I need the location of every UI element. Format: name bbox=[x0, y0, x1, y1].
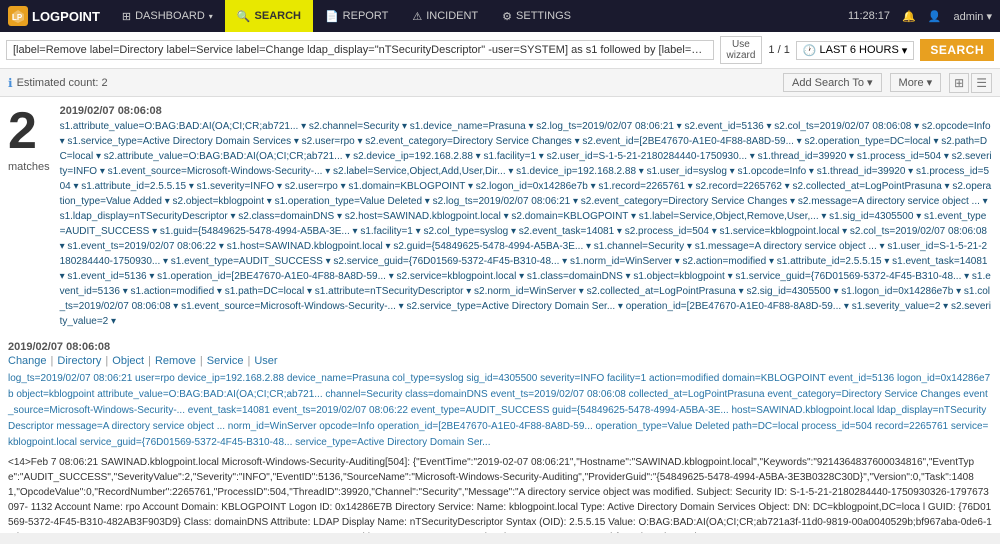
match-count: 2 bbox=[8, 105, 50, 157]
info-icon: ℹ bbox=[8, 76, 13, 90]
search-bar: Use wizard 1 / 1 🕐 LAST 6 HOURS ▾ SEARCH bbox=[0, 32, 1000, 69]
nav-incident-label: INCIDENT bbox=[426, 10, 478, 22]
event-tags: Change| Directory| Object| Remove| Servi… bbox=[8, 355, 992, 367]
toolbar-right: Add Search To ▾ More ▾ ⊞ ☰ bbox=[783, 73, 992, 93]
results-container: 2 matches 2019/02/07 08:06:08 s1.attribu… bbox=[0, 97, 1000, 533]
top-navigation: LP LOGPOINT ⊞ DASHBOARD ▾ 🔍 SEARCH 📄 REP… bbox=[0, 0, 1000, 32]
report-icon: 📄 bbox=[325, 10, 339, 23]
event-structured-text-2: log_ts=2019/02/07 08:06:21 user=rpo devi… bbox=[8, 371, 992, 451]
chevron-down-icon: ▾ bbox=[902, 44, 908, 57]
nav-settings[interactable]: ⚙ SETTINGS bbox=[490, 0, 583, 32]
nav-right: 11:28:17 🔔 👤 admin ▾ bbox=[848, 10, 992, 23]
svg-text:LP: LP bbox=[12, 13, 23, 22]
grid-view-button[interactable]: ⊞ bbox=[949, 73, 969, 93]
nav-search-label: SEARCH bbox=[255, 10, 301, 22]
time-display: 11:28:17 bbox=[848, 10, 890, 22]
event-raw-text-2: <14>Feb 7 08:06:21 SAWINAD.kblogpoint.lo… bbox=[8, 455, 992, 533]
incident-icon: ⚠ bbox=[412, 10, 422, 23]
last-hours-label: LAST 6 HOURS bbox=[820, 44, 899, 56]
tag-remove[interactable]: Remove bbox=[155, 355, 196, 367]
estimated-count-label: Estimated count: 2 bbox=[17, 77, 108, 89]
more-button[interactable]: More ▾ bbox=[890, 73, 942, 92]
tag-directory[interactable]: Directory bbox=[57, 355, 101, 367]
nav-report[interactable]: 📄 REPORT bbox=[313, 0, 400, 32]
clock-icon: 🕐 bbox=[803, 44, 817, 57]
event-timestamp-2: 2019/02/07 08:06:08 bbox=[8, 341, 992, 353]
nav-dashboard-label: DASHBOARD bbox=[135, 10, 205, 22]
estimated-count: ℹ Estimated count: 2 bbox=[8, 76, 108, 90]
tag-object[interactable]: Object bbox=[112, 355, 144, 367]
chevron-down-icon: ▾ bbox=[209, 12, 213, 21]
logo-icon: LP bbox=[8, 6, 28, 26]
event-text-1: s1.attribute_value=O:BAG:BAD:AI(OA;CI;CR… bbox=[60, 119, 992, 329]
search-input[interactable] bbox=[6, 40, 714, 60]
first-event-block: 2019/02/07 08:06:08 s1.attribute_value=O… bbox=[60, 105, 992, 329]
view-toggle: ⊞ ☰ bbox=[949, 73, 992, 93]
bell-icon: 🔔 bbox=[902, 10, 916, 23]
tag-user[interactable]: User bbox=[254, 355, 277, 367]
nav-incident[interactable]: ⚠ INCIDENT bbox=[400, 0, 490, 32]
nav-report-label: REPORT bbox=[343, 10, 389, 22]
admin-label[interactable]: admin ▾ bbox=[953, 10, 992, 23]
match-section: 2 matches 2019/02/07 08:06:08 s1.attribu… bbox=[0, 97, 1000, 337]
second-event-block: 2019/02/07 08:06:08 Change| Directory| O… bbox=[0, 337, 1000, 533]
list-view-button[interactable]: ☰ bbox=[971, 73, 992, 93]
add-search-button[interactable]: Add Search To ▾ bbox=[783, 73, 882, 92]
nav-settings-label: SETTINGS bbox=[516, 10, 571, 22]
settings-icon: ⚙ bbox=[502, 10, 512, 23]
tag-change[interactable]: Change bbox=[8, 355, 47, 367]
user-icon: 👤 bbox=[928, 10, 942, 23]
page-counter: 1 / 1 bbox=[768, 44, 789, 56]
logo: LP LOGPOINT bbox=[8, 6, 100, 26]
search-nav-icon: 🔍 bbox=[237, 10, 251, 23]
event-timestamp-1: 2019/02/07 08:06:08 bbox=[60, 105, 992, 117]
results-toolbar: ℹ Estimated count: 2 Add Search To ▾ Mor… bbox=[0, 69, 1000, 97]
last-hours-button[interactable]: 🕐 LAST 6 HOURS ▾ bbox=[796, 41, 915, 60]
use-wizard-button[interactable]: Use wizard bbox=[720, 36, 763, 64]
nav-search[interactable]: 🔍 SEARCH bbox=[225, 0, 313, 32]
tag-service[interactable]: Service bbox=[207, 355, 244, 367]
logo-text: LOGPOINT bbox=[32, 9, 100, 24]
match-count-block: 2 matches bbox=[8, 105, 50, 329]
nav-dashboard[interactable]: ⊞ DASHBOARD ▾ bbox=[110, 0, 225, 32]
dashboard-icon: ⊞ bbox=[122, 10, 131, 23]
search-button[interactable]: SEARCH bbox=[920, 39, 994, 61]
